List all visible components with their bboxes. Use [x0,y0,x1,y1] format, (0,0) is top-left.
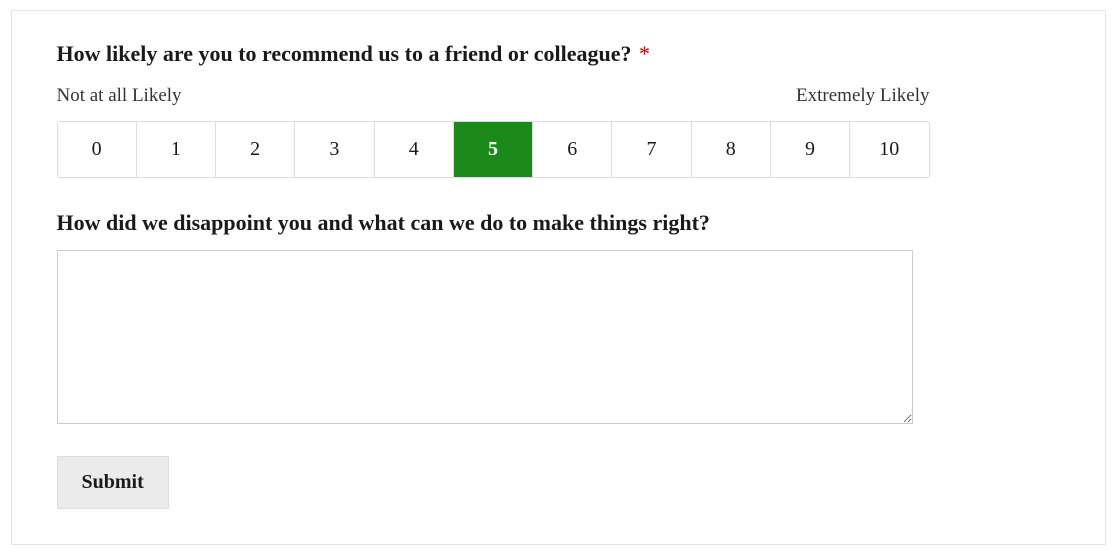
nps-high-label: Extremely Likely [796,85,929,107]
nps-scale-labels: Not at all Likely Extremely Likely [57,85,930,107]
nps-option-8[interactable]: 8 [692,122,771,177]
nps-option-2[interactable]: 2 [216,122,295,177]
feedback-textarea[interactable] [57,250,913,424]
nps-option-0[interactable]: 0 [58,122,137,177]
survey-form: How likely are you to recommend us to a … [11,10,1106,545]
nps-option-4[interactable]: 4 [375,122,454,177]
nps-scale: 0 1 2 3 4 5 6 7 8 9 10 [57,121,930,178]
submit-button[interactable]: Submit [57,456,169,509]
followup-question-label: How did we disappoint you and what can w… [57,210,1060,236]
nps-option-3[interactable]: 3 [295,122,374,177]
nps-option-9[interactable]: 9 [771,122,850,177]
nps-option-6[interactable]: 6 [533,122,612,177]
nps-option-1[interactable]: 1 [137,122,216,177]
nps-option-5[interactable]: 5 [454,122,533,177]
required-icon: * [639,41,650,66]
nps-question-label: How likely are you to recommend us to a … [57,41,1060,67]
nps-question-text: How likely are you to recommend us to a … [57,41,632,66]
nps-low-label: Not at all Likely [57,85,182,107]
nps-option-7[interactable]: 7 [612,122,691,177]
nps-option-10[interactable]: 10 [850,122,928,177]
